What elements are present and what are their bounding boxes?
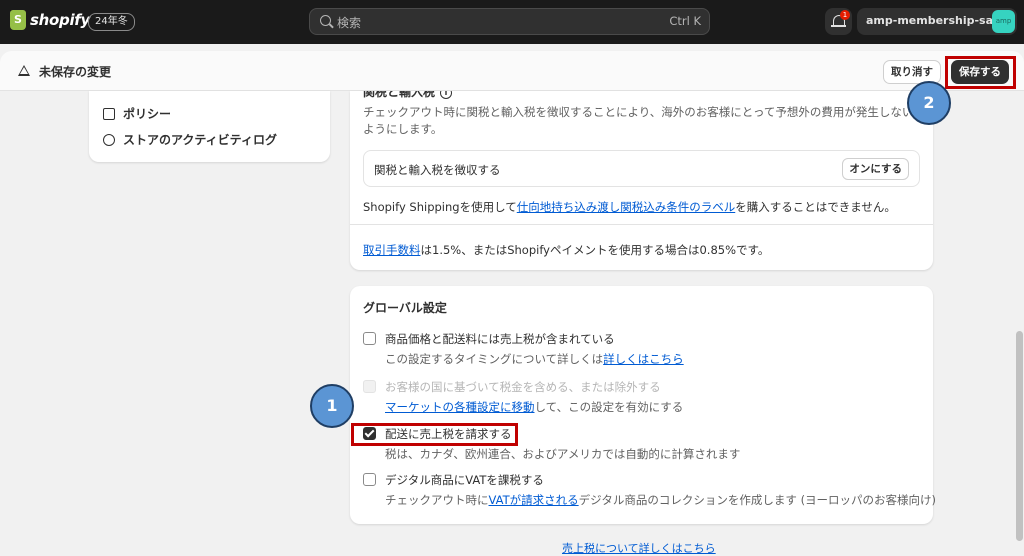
global-settings-card: グローバル設定 商品価格と配送料には売上税が含まれている この設定するタイミング… — [350, 286, 936, 524]
version-badge: 24年冬 — [88, 13, 135, 31]
duties-heading-text: 関税と輸入税 — [363, 91, 436, 99]
prices-include-tax-checkbox[interactable] — [363, 332, 376, 345]
duties-heading: 関税と輸入税 i — [363, 91, 453, 100]
shipping-note-prefix: Shopify Shippingを使用して — [363, 200, 517, 214]
brand-name: shopify — [30, 11, 90, 29]
shopify-bag-icon — [10, 10, 26, 30]
unsaved-changes-bar: 未保存の変更 取り消す 保存する — [0, 51, 1024, 91]
policy-icon — [103, 107, 115, 120]
market-settings-link[interactable]: マーケットの各種設定に移動 — [385, 400, 535, 414]
fee-note-text: は1.5%、またはShopifyペイメントを使用する場合は0.85%です。 — [420, 243, 770, 257]
sales-tax-learn-more-link[interactable]: 売上税について詳しくはこちら — [562, 540, 716, 556]
step-2-marker: 2 — [907, 81, 951, 125]
activity-log-icon — [103, 133, 115, 146]
notifications-button[interactable]: 1 — [825, 8, 852, 35]
store-avatar: amp — [992, 10, 1015, 33]
ddp-label-link[interactable]: 仕向地持ち込み渡し関税込み条件のラベル — [517, 200, 736, 214]
store-name: amp-membership-sa... — [866, 14, 1006, 27]
shopify-logo[interactable]: shopify — [10, 10, 90, 30]
option-label: デジタル商品にVATを課税する — [385, 473, 544, 487]
option-help: この設定するタイミングについて詳しくは詳しくはこちら — [385, 351, 684, 367]
nav-item-label: ポリシー — [123, 107, 172, 121]
option-label: お客様の国に基づいて税金を含める、または除外する — [385, 380, 661, 394]
option-help-text: デジタル商品のコレクションを作成します (ヨーロッパのお客様向け) — [578, 493, 937, 507]
store-switcher[interactable]: amp-membership-sa... amp — [857, 8, 1017, 35]
country-based-tax-checkbox — [363, 380, 376, 393]
option-help-text: この設定するタイミングについて詳しくは — [385, 352, 604, 366]
option-help: 税は、カナダ、欧州連合、およびアメリカでは自動的に計算されます — [385, 447, 741, 461]
search-shortcut: Ctrl K — [669, 14, 701, 28]
learn-more-link[interactable]: 詳しくはこちら — [603, 352, 684, 366]
option-help: マーケットの各種設定に移動して、この設定を有効にする — [385, 399, 683, 415]
search-icon — [320, 15, 331, 26]
option-help-text: チェックアウト時に — [385, 493, 489, 507]
divider — [350, 224, 933, 225]
duty-toggle-label: 関税と輸入税を徴収する — [374, 163, 501, 177]
option-help: チェックアウト時にVATが請求されるデジタル商品のコレクションを作成します (ヨ… — [385, 492, 936, 508]
nav-item-label: ストアのアクティビティログ — [123, 133, 277, 147]
duties-card: 関税と輸入税 i チェックアウト時に関税と輸入税を徴収することにより、海外のお客様… — [350, 91, 933, 270]
option-label: 商品価格と配送料には売上税が含まれている — [385, 332, 615, 346]
bell-base — [831, 25, 846, 27]
shipping-note: Shopify Shippingを使用して仕向地持ち込み渡し関税込み条件のラベル… — [363, 199, 896, 215]
global-settings-heading: グローバル設定 — [363, 301, 447, 315]
checkbox-highlight-box — [351, 423, 518, 446]
enable-duties-button[interactable]: オンにする — [842, 158, 909, 180]
warning-icon — [18, 65, 30, 76]
save-highlight-box — [945, 56, 1016, 89]
digital-goods-vat-checkbox[interactable] — [363, 473, 376, 486]
page-scrollbar[interactable] — [1014, 91, 1024, 547]
notification-count: 1 — [840, 10, 850, 20]
search-input[interactable]: 検索 Ctrl K — [309, 8, 710, 35]
settings-nav: ポリシー ストアのアクティビティログ — [89, 91, 330, 162]
duties-description: チェックアウト時に関税と輸入税を徴収することにより、海外のお客様にとって予想外の… — [363, 105, 914, 136]
shipping-note-suffix: を購入することはできません。 — [735, 200, 896, 214]
nav-item-policies[interactable]: ポリシー — [103, 105, 171, 122]
unsaved-title: 未保存の変更 — [39, 65, 112, 79]
vat-charged-link[interactable]: VATが請求される — [489, 493, 579, 507]
scroll-thumb[interactable] — [1016, 331, 1023, 541]
search-placeholder: 検索 — [337, 16, 362, 30]
nav-item-activity-log[interactable]: ストアのアクティビティログ — [103, 131, 277, 148]
fee-note: 取引手数料は1.5%、またはShopifyペイメントを使用する場合は0.85%で… — [363, 242, 769, 258]
top-bar: shopify 24年冬 検索 Ctrl K 1 amp-membership-… — [0, 0, 1024, 44]
duty-collection-row: 関税と輸入税を徴収する オンにする — [363, 150, 920, 187]
option-help-text: して、この設定を有効にする — [534, 400, 684, 414]
step-1-marker: 1 — [310, 384, 354, 428]
info-icon[interactable]: i — [440, 91, 453, 99]
transaction-fee-link[interactable]: 取引手数料 — [363, 243, 421, 257]
